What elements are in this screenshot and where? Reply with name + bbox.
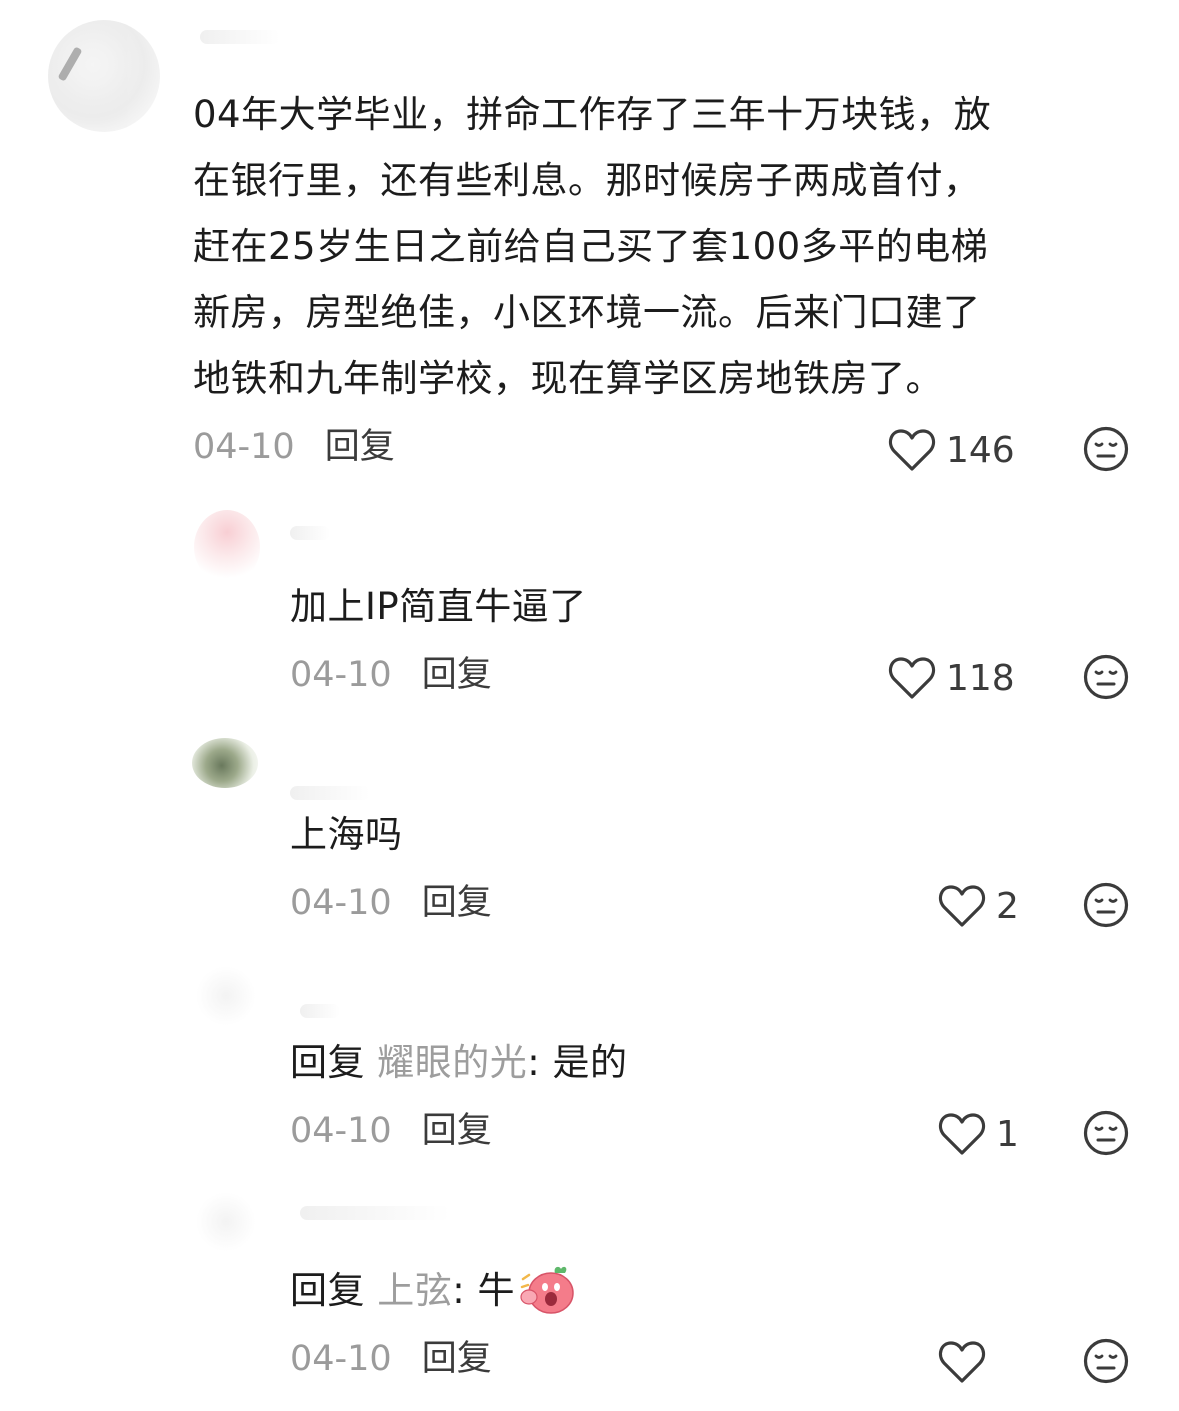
heart-outline-icon [938, 1113, 986, 1155]
comment-line: 地铁和九年制学校，现在算学区房地铁房了。 [193, 357, 943, 400]
reply-button[interactable]: 回复 [422, 655, 492, 695]
comment-date: 04-10 [290, 1111, 392, 1151]
comment-text: 上海吗 [290, 802, 403, 868]
like-count: 2 [996, 885, 1019, 927]
comment-text: 回复 上弦: 牛 [290, 1258, 575, 1324]
reply-button[interactable]: 回复 [422, 1111, 492, 1151]
comment-line: 在银行里，还有些利息。那时候房子两成首付， [193, 159, 981, 202]
like-count: 118 [946, 657, 1015, 699]
comment-line: 新房，房型绝佳，小区环境一流。后来门口建了 [193, 291, 981, 334]
comment-date: 04-10 [290, 655, 392, 695]
like-button[interactable]: 1 [938, 1109, 1019, 1159]
comment-text: 加上IP简直牛逼了 [290, 574, 587, 640]
reply-body: : 是的 [527, 1041, 628, 1084]
like-count: 1 [996, 1113, 1019, 1155]
heart-outline-icon [938, 885, 986, 927]
comment-meta: 04-10 回复 [290, 1334, 492, 1384]
comment-line: 赶在25岁生日之前给自己买了套100多平的电梯 [193, 225, 989, 268]
comment-line: 04年大学毕业，拼命工作存了三年十万块钱，放 [193, 93, 992, 136]
meh-face-icon[interactable] [1083, 1110, 1129, 1156]
avatar[interactable] [196, 966, 256, 1026]
comment-meta: 04-10 回复 [193, 422, 395, 472]
heart-outline-icon [888, 429, 936, 471]
like-button[interactable] [938, 1337, 996, 1387]
reply-button[interactable]: 回复 [325, 427, 395, 467]
comment-meta: 04-10 回复 [290, 1106, 492, 1156]
comment-meta: 04-10 回复 [290, 878, 492, 928]
comment-date: 04-10 [193, 427, 295, 467]
like-count: 146 [946, 429, 1015, 471]
comment-line: 加上IP简直牛逼了 [290, 585, 587, 628]
reply-prefix: 回复 [290, 1269, 365, 1312]
comment-date: 04-10 [290, 1339, 392, 1379]
reply-target-username[interactable]: 上弦 [377, 1269, 452, 1312]
comment-line: 回复 上弦: 牛 [290, 1258, 575, 1324]
comment-line: 上海吗 [290, 813, 403, 856]
comment-text: 回复 耀眼的光: 是的 [290, 1030, 628, 1096]
pink-blob-emoji-icon [520, 1266, 574, 1314]
reply-prefix: 回复 [290, 1041, 365, 1084]
like-button[interactable]: 146 [888, 425, 1015, 475]
like-button[interactable]: 118 [888, 653, 1015, 703]
avatar[interactable] [194, 510, 260, 584]
comment-text: 04年大学毕业，拼命工作存了三年十万块钱，放 在银行里，还有些利息。那时候房子两… [193, 82, 991, 412]
reply-body: : 牛 [452, 1269, 515, 1312]
reply-button[interactable]: 回复 [422, 1339, 492, 1379]
meh-face-icon[interactable] [1083, 1338, 1129, 1384]
meh-face-icon[interactable] [1083, 654, 1129, 700]
avatar[interactable] [196, 1192, 256, 1252]
comment-date: 04-10 [290, 883, 392, 923]
reply-target-username[interactable]: 耀眼的光 [377, 1041, 527, 1084]
meh-face-icon[interactable] [1083, 426, 1129, 472]
username[interactable] [290, 526, 330, 540]
username[interactable] [300, 1206, 450, 1220]
like-button[interactable]: 2 [938, 881, 1019, 931]
reply-button[interactable]: 回复 [422, 883, 492, 923]
username[interactable] [290, 786, 370, 800]
username[interactable] [200, 30, 280, 44]
avatar[interactable] [48, 20, 160, 132]
heart-outline-icon [938, 1341, 986, 1383]
comment-meta: 04-10 回复 [290, 650, 492, 700]
meh-face-icon[interactable] [1083, 882, 1129, 928]
username[interactable] [300, 1004, 340, 1018]
comment-line: 回复 耀眼的光: 是的 [290, 1030, 628, 1096]
avatar[interactable] [192, 738, 258, 788]
heart-outline-icon [888, 657, 936, 699]
